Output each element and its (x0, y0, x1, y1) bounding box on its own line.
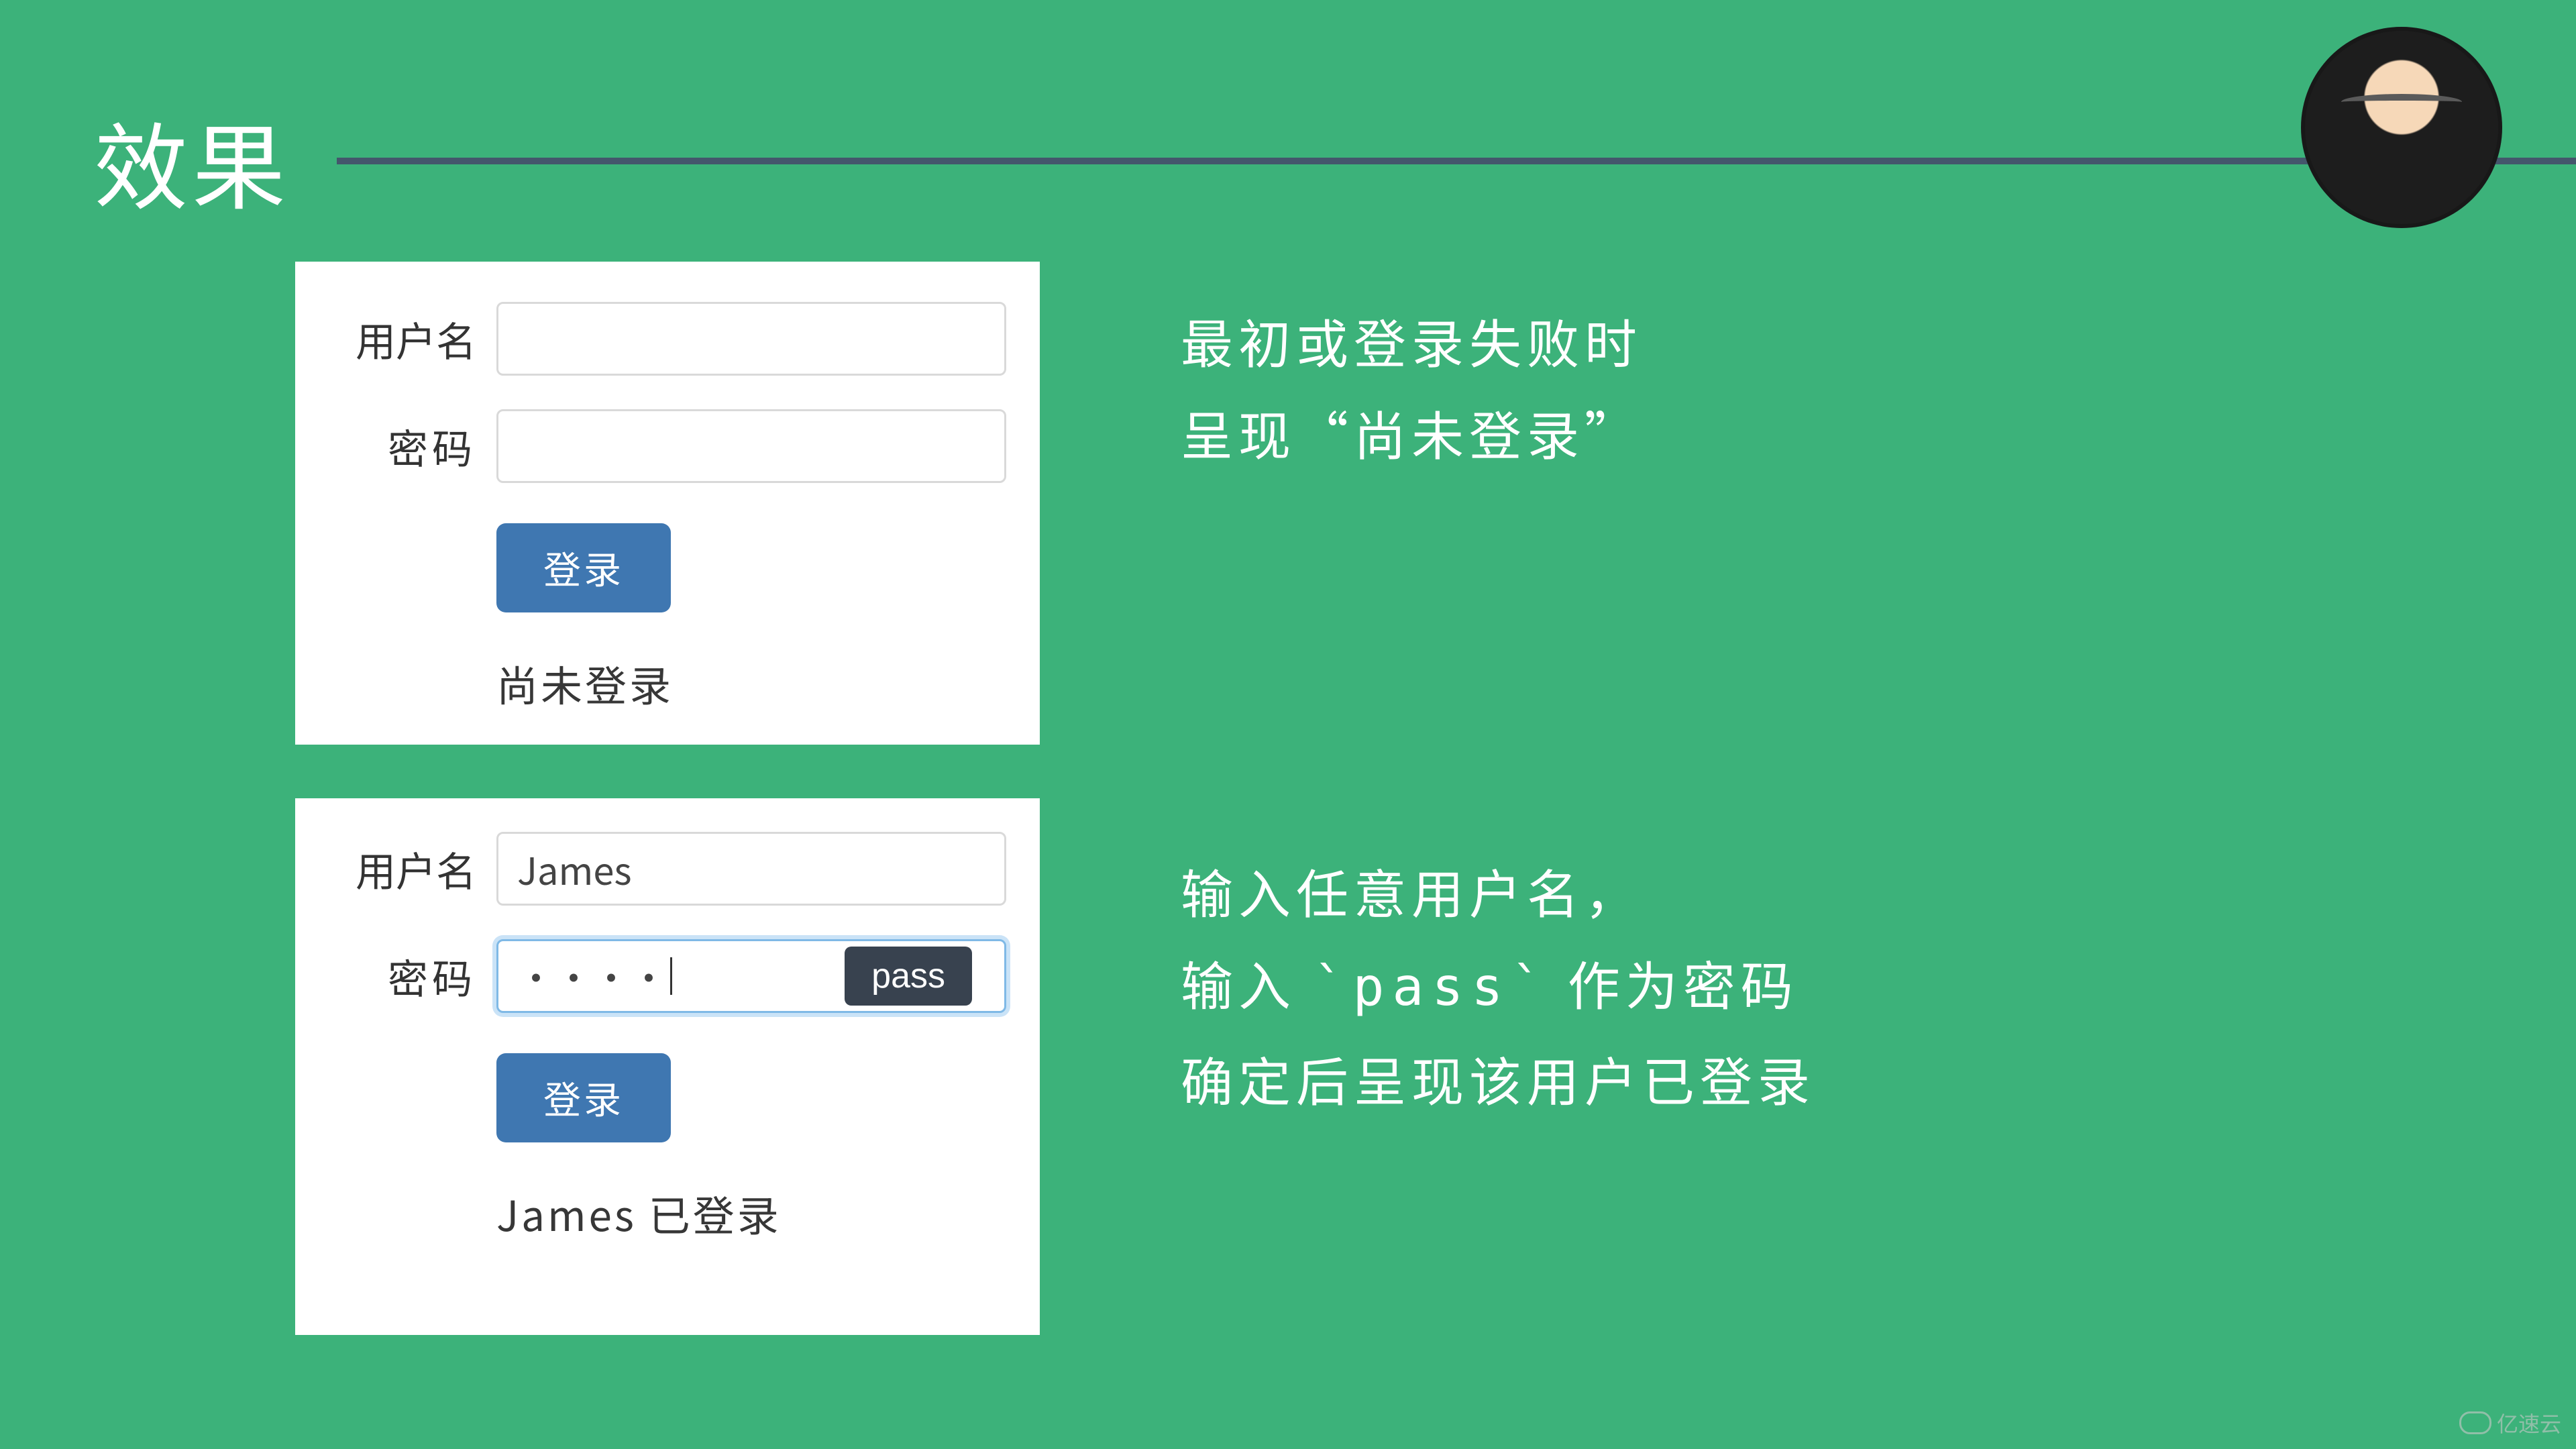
explanation-block-1: 最初或登录失败时 呈现“尚未登录” (1181, 295, 1642, 478)
explain-line: 呈现“尚未登录” (1181, 387, 1642, 479)
username-row: 用户名 (295, 262, 1040, 376)
password-input[interactable] (496, 409, 1006, 483)
explain-line: 最初或登录失败时 (1181, 295, 1642, 387)
code-literal: `pass` (1313, 957, 1550, 1018)
password-value: •••• (517, 949, 667, 1004)
explain-line: 输入 `pass` 作为密码 (1181, 937, 1815, 1034)
explain-line: 确定后呈现该用户已登录 (1181, 1033, 1815, 1125)
username-row: 用户名 James (295, 798, 1040, 906)
watermark-text: 亿速云 (2497, 1407, 2561, 1438)
login-button[interactable]: 登录 (496, 523, 671, 612)
username-value: James (517, 842, 632, 896)
login-status: 尚未登录 (295, 612, 1040, 713)
login-form-filled: 用户名 James 密码 •••• pass 登录 James 已登录 (295, 798, 1040, 1335)
username-label: 用户名 (329, 840, 476, 898)
password-input[interactable]: •••• pass (496, 939, 1006, 1013)
slide-title: 效果 (0, 93, 290, 229)
login-status: James 已登录 (295, 1142, 1040, 1243)
username-label: 用户名 (329, 310, 476, 368)
cloud-icon (2459, 1411, 2491, 1434)
password-hint-tooltip: pass (845, 947, 972, 1006)
password-row: 密码 (295, 376, 1040, 483)
username-input[interactable] (496, 302, 1006, 376)
title-divider (337, 158, 2576, 164)
button-row: 登录 (295, 1013, 1040, 1142)
button-row: 登录 (295, 483, 1040, 612)
explanation-block-2: 输入任意用户名， 输入 `pass` 作为密码 确定后呈现该用户已登录 (1181, 845, 1815, 1125)
password-label: 密码 (329, 947, 476, 1006)
password-label: 密码 (329, 417, 476, 476)
password-row: 密码 •••• pass (295, 906, 1040, 1013)
text-caret-icon (670, 957, 672, 995)
watermark: 亿速云 (2459, 1407, 2561, 1438)
login-button[interactable]: 登录 (496, 1053, 671, 1142)
slide-title-row: 效果 (0, 87, 2576, 235)
login-form-initial: 用户名 密码 登录 尚未登录 (295, 262, 1040, 745)
explain-line: 输入任意用户名， (1181, 845, 1815, 937)
username-input[interactable]: James (496, 832, 1006, 906)
presenter-avatar (2301, 27, 2502, 228)
